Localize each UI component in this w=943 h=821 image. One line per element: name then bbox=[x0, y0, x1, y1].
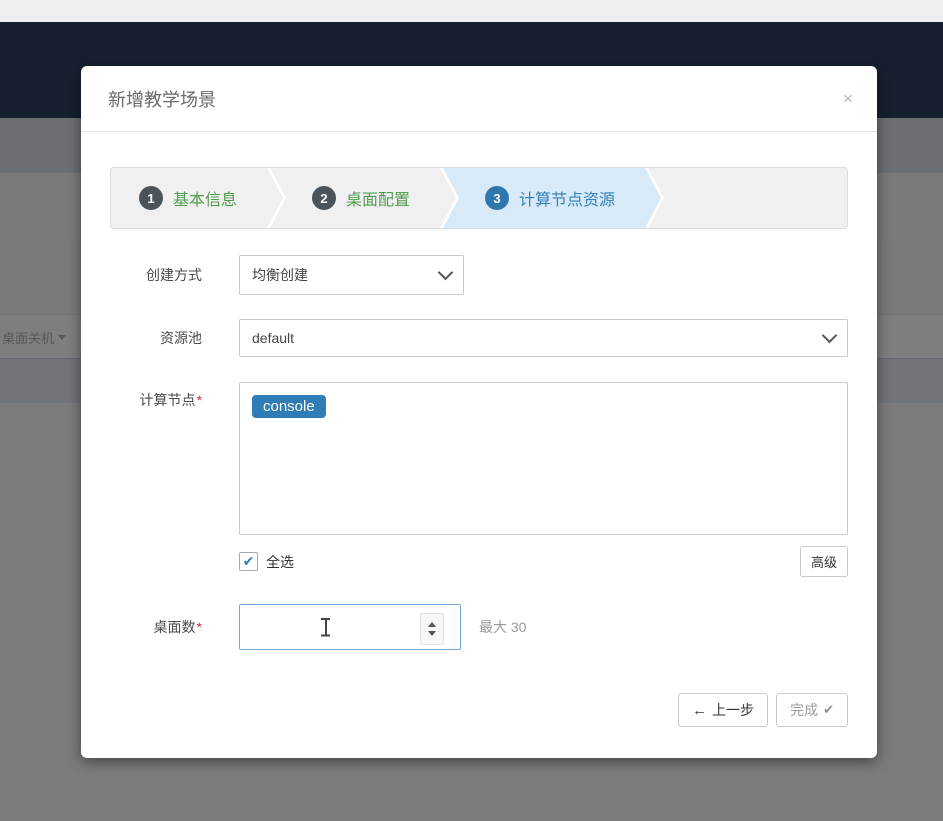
compute-node-label: 计算节点* bbox=[110, 382, 239, 410]
create-mode-label: 创建方式 bbox=[110, 255, 239, 295]
compute-node-row: 计算节点* console bbox=[110, 382, 848, 535]
filter-dropdown-label: 桌面关机 bbox=[2, 328, 54, 347]
finish-label: 完成 bbox=[790, 700, 818, 720]
desktop-count-row: 桌面数* 最大 30 bbox=[110, 604, 848, 650]
resource-pool-value: default bbox=[252, 330, 824, 346]
compute-node-listbox[interactable]: console bbox=[239, 382, 848, 535]
max-hint: 最大 30 bbox=[479, 617, 526, 637]
node-tag-console[interactable]: console bbox=[252, 395, 326, 418]
step-2-badge: 2 bbox=[312, 186, 336, 210]
step-1-label: 基本信息 bbox=[173, 186, 237, 210]
dialog-header: 新增教学场景 × bbox=[81, 66, 877, 132]
required-mark: * bbox=[197, 619, 202, 635]
required-mark: * bbox=[197, 392, 202, 408]
close-icon[interactable]: × bbox=[837, 88, 859, 110]
previous-step-button[interactable]: ← 上一步 bbox=[678, 693, 768, 727]
wizard-filler bbox=[648, 168, 847, 228]
back-arrow-icon: ← bbox=[692, 702, 707, 719]
step-3-label: 计算节点资源 bbox=[519, 186, 615, 210]
create-mode-row: 创建方式 均衡创建 bbox=[110, 255, 848, 295]
resource-pool-label: 资源池 bbox=[110, 319, 239, 357]
step-2-label: 桌面配置 bbox=[346, 186, 410, 210]
select-all-label: 全选 bbox=[266, 552, 294, 572]
select-all-row: ✔ 全选 高级 bbox=[110, 546, 848, 577]
step-basic-info[interactable]: 1 基本信息 bbox=[111, 168, 283, 228]
browser-top-strip bbox=[0, 0, 943, 23]
check-icon: ✔ bbox=[243, 554, 255, 568]
chevron-down-icon bbox=[822, 328, 838, 344]
chevron-down-icon bbox=[438, 265, 454, 281]
check-icon: ✔ bbox=[823, 702, 834, 718]
create-mode-select[interactable]: 均衡创建 bbox=[239, 255, 464, 295]
create-mode-value: 均衡创建 bbox=[252, 265, 440, 285]
spinner-up-icon[interactable] bbox=[428, 622, 436, 627]
number-spinner[interactable] bbox=[420, 613, 444, 645]
desktop-count-input-box bbox=[239, 604, 461, 650]
step-compute-node-resources[interactable]: 3 计算节点资源 bbox=[443, 168, 661, 228]
dialog-footer: ← 上一步 完成 ✔ bbox=[110, 693, 848, 727]
step-3-badge: 3 bbox=[485, 186, 509, 210]
resource-pool-select[interactable]: default bbox=[239, 319, 848, 357]
desktop-count-label: 桌面数* bbox=[110, 604, 239, 650]
advanced-button[interactable]: 高级 bbox=[800, 546, 848, 577]
step-1-badge: 1 bbox=[139, 186, 163, 210]
dialog-title: 新增教学场景 bbox=[108, 86, 216, 112]
step-desktop-config[interactable]: 2 桌面配置 bbox=[270, 168, 456, 228]
previous-step-label: 上一步 bbox=[712, 700, 754, 720]
spinner-down-icon[interactable] bbox=[428, 631, 436, 636]
finish-button[interactable]: 完成 ✔ bbox=[776, 693, 848, 727]
add-teaching-scene-dialog: 新增教学场景 × 1 基本信息 2 桌面配置 3 计算节点资源 创建方式 均衡创… bbox=[81, 66, 877, 758]
chevron-down-icon bbox=[58, 335, 66, 340]
select-all-checkbox[interactable]: ✔ bbox=[239, 552, 258, 571]
wizard-steps: 1 基本信息 2 桌面配置 3 计算节点资源 bbox=[110, 167, 848, 229]
resource-pool-row: 资源池 default bbox=[110, 319, 848, 357]
